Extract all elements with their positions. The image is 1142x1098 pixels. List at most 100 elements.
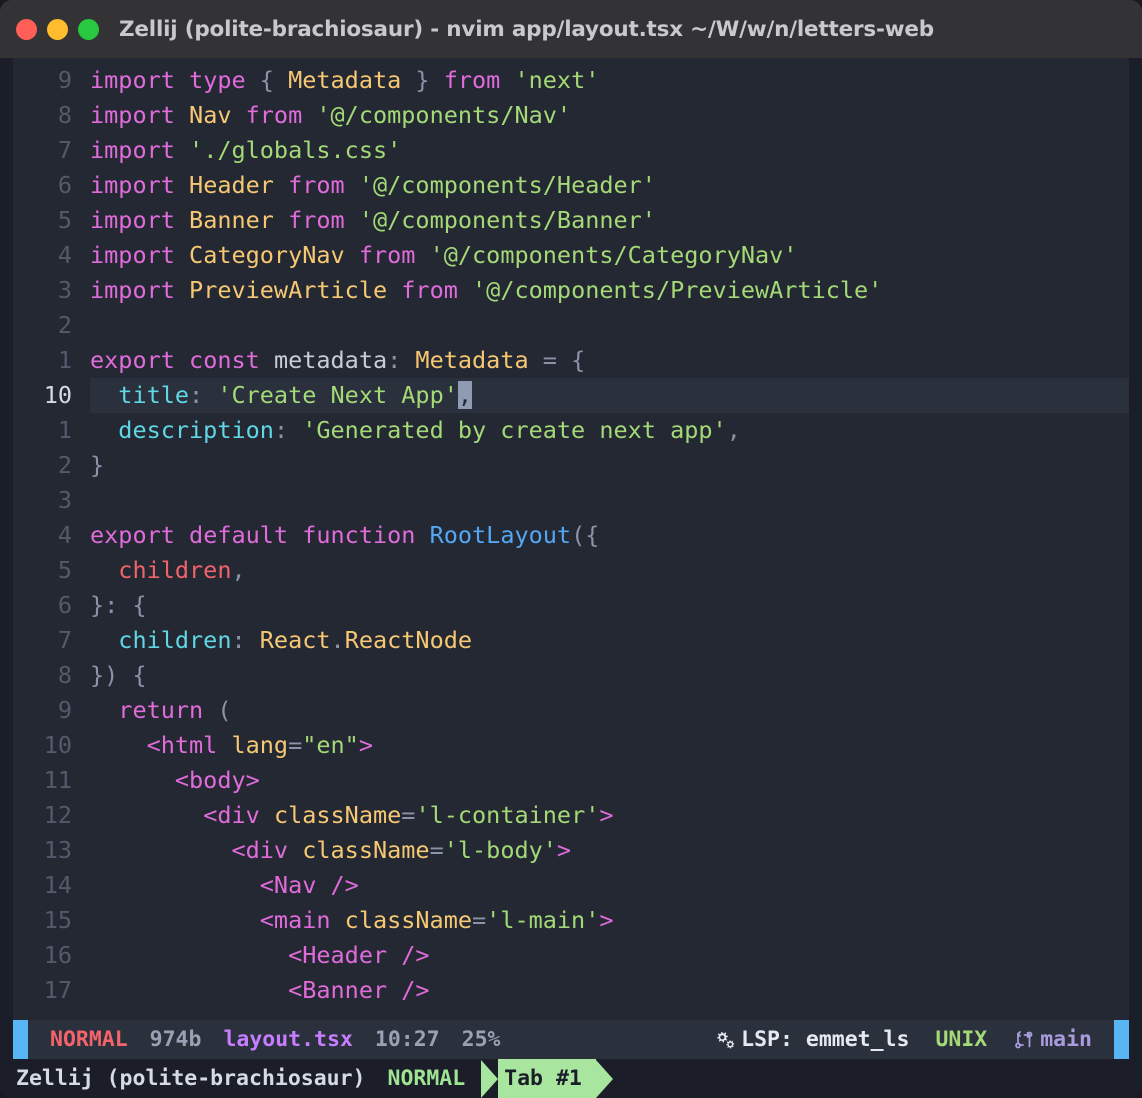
line-number: 12	[43, 801, 72, 829]
code-line[interactable]: 16 <Header />	[13, 938, 1129, 973]
line-number: 3	[57, 276, 72, 304]
code-line[interactable]: 9 return (	[13, 693, 1129, 728]
line-number: 11	[43, 766, 72, 794]
code-line-content: import Banner from '@/components/Banner'	[90, 203, 1129, 238]
code-line[interactable]: 4 import CategoryNav from '@/components/C…	[13, 238, 1129, 273]
terminal-window: Zellij (polite-brachiosaur) - nvim app/l…	[0, 0, 1142, 1098]
code-token: import	[90, 136, 190, 164]
code-line-current[interactable]: 10 title: 'Create Next App',	[13, 378, 1129, 413]
code-token: "en"	[302, 731, 359, 759]
window-controls	[16, 18, 99, 40]
code-token: =	[429, 836, 444, 864]
code-line[interactable]: 11 <body>	[13, 763, 1129, 798]
code-token: ,	[726, 416, 741, 444]
minimize-button[interactable]	[47, 18, 68, 40]
code-line[interactable]: 10 <html lang="en">	[13, 728, 1129, 763]
code-token: children	[118, 556, 232, 584]
code-token: import	[90, 206, 190, 234]
statusline-left-accent	[13, 1020, 28, 1059]
code-token: './globals.css'	[189, 136, 402, 164]
code-token: const	[189, 346, 274, 374]
code-line-content: return (	[90, 693, 1129, 728]
editor-pane[interactable]: 9 import type { Metadata } from 'next' 8 im…	[0, 58, 1142, 1020]
code-token: }) {	[90, 661, 147, 689]
code-line[interactable]: 13 <div className='l-body'>	[13, 833, 1129, 868]
line-number: 8	[57, 101, 72, 129]
git-branch-icon	[1013, 1029, 1035, 1051]
code-line-content: <div className='l-body'>	[90, 833, 1129, 868]
code-line[interactable]: 8 import Nav from '@/components/Nav'	[13, 98, 1129, 133]
code-line-content: <Banner />	[90, 973, 1129, 1008]
code-line[interactable]: 5 import Banner from '@/components/Banner…	[13, 203, 1129, 238]
code-line[interactable]: 12 <div className='l-container'>	[13, 798, 1129, 833]
close-button[interactable]	[16, 18, 37, 40]
title-bar: Zellij (polite-brachiosaur) - nvim app/l…	[0, 0, 1142, 58]
neovim-statusline: NORMAL 974b layout.tsx 10:27 25% LSP: em…	[0, 1020, 1142, 1059]
vim-mode-indicator: NORMAL	[50, 1027, 128, 1052]
code-line[interactable]: 17 <Banner />	[13, 973, 1129, 1008]
code-line[interactable]: 3	[13, 483, 1129, 518]
code-line[interactable]: 2	[13, 308, 1129, 343]
code-token: =	[288, 731, 303, 759]
code-area[interactable]: 9 import type { Metadata } from 'next' 8 im…	[13, 63, 1129, 1008]
code-token: Metadata	[288, 66, 402, 94]
code-line-content: <Header />	[90, 938, 1129, 973]
code-line[interactable]: 14 <Nav />	[13, 868, 1129, 903]
code-line-content: children,	[90, 553, 1129, 588]
zellij-tab-1[interactable]: Tab #1	[481, 1059, 613, 1098]
code-line[interactable]: 7 children: React.ReactNode	[13, 623, 1129, 658]
zellij-tab-bar: Zellij (polite-brachiosaur) NORMAL Tab #…	[0, 1059, 1142, 1098]
line-number: 15	[43, 906, 72, 934]
code-line[interactable]: 9 import type { Metadata } from 'next'	[13, 63, 1129, 98]
code-token: <Nav />	[259, 871, 359, 899]
code-token: ReactNode	[344, 626, 473, 654]
code-token: type	[189, 66, 260, 94]
code-token: {	[259, 66, 289, 94]
line-number: 3	[57, 486, 72, 514]
code-token: from	[401, 276, 473, 304]
code-line[interactable]: 1 description: 'Generated by create next…	[13, 413, 1129, 448]
line-number: 9	[57, 696, 72, 724]
line-number: 7	[57, 626, 72, 654]
code-token: Nav	[189, 101, 246, 129]
code-token: default	[189, 521, 303, 549]
lsp-status: LSP: emmet_ls	[713, 1027, 909, 1052]
code-token: import	[90, 241, 190, 269]
code-line[interactable]: 2}	[13, 448, 1129, 483]
code-line-content: title: 'Create Next App',	[90, 378, 1129, 413]
maximize-button[interactable]	[78, 18, 99, 40]
code-token: children	[118, 626, 232, 654]
code-token: from	[443, 66, 515, 94]
code-line[interactable]: 5 children,	[13, 553, 1129, 588]
terminal-body: 9 import type { Metadata } from 'next' 8 im…	[0, 58, 1142, 1098]
line-number: 5	[57, 556, 72, 584]
code-token: 'l-container'	[415, 801, 600, 829]
code-token: }: {	[90, 591, 147, 619]
code-token: ,	[231, 556, 246, 584]
statusline-right-cap	[1129, 1020, 1142, 1059]
git-branch-label: main	[1040, 1027, 1092, 1052]
code-token: 'l-main'	[486, 906, 600, 934]
code-line[interactable]: 8}) {	[13, 658, 1129, 693]
code-token: :	[387, 346, 416, 374]
code-line[interactable]: 15 <main className='l-main'>	[13, 903, 1129, 938]
code-token: }	[401, 66, 444, 94]
gears-icon	[713, 1029, 737, 1051]
code-line-content: }: {	[90, 588, 1129, 623]
code-token: className	[302, 836, 430, 864]
code-token: CategoryNav	[189, 241, 359, 269]
line-number: 10	[13, 378, 90, 413]
code-token: from	[288, 171, 359, 199]
code-line[interactable]: 1 export const metadata: Metadata = {	[13, 343, 1129, 378]
code-line[interactable]: 4 export default function RootLayout({	[13, 518, 1129, 553]
code-token: =	[472, 906, 487, 934]
code-line[interactable]: 6}: {	[13, 588, 1129, 623]
code-line[interactable]: 7 import './globals.css'	[13, 133, 1129, 168]
line-number: 13	[43, 836, 72, 864]
code-line[interactable]: 3 import PreviewArticle from '@/component…	[13, 273, 1129, 308]
code-line[interactable]: 6 import Header from '@/components/Header…	[13, 168, 1129, 203]
